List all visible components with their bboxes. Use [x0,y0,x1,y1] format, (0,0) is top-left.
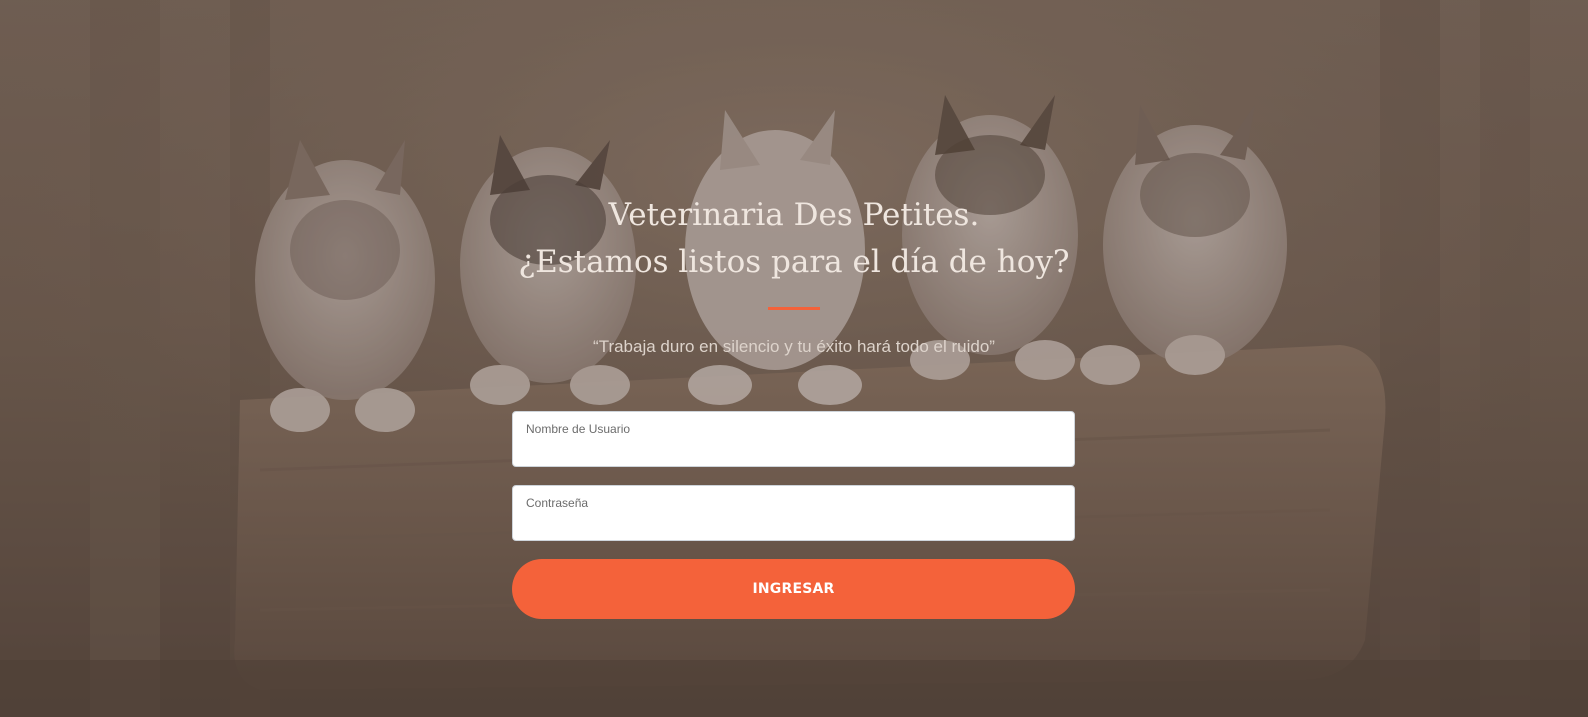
password-label: Contraseña [526,496,589,510]
username-label: Nombre de Usuario [526,422,631,436]
password-field[interactable]: Contraseña [512,485,1075,541]
page-title: Veterinaria Des Petites. ¿Estamos listos… [0,192,1588,286]
motto-quote: “Trabaja duro en silencio y tu éxito har… [593,337,995,356]
username-input[interactable] [525,438,1062,462]
login-button[interactable]: INGRESAR [512,559,1075,619]
title-line-2: ¿Estamos listos para el día de hoy? [518,244,1070,280]
login-panel: Veterinaria Des Petites. ¿Estamos listos… [0,0,1588,717]
title-divider [768,307,820,310]
username-field[interactable]: Nombre de Usuario [512,411,1075,467]
password-input[interactable] [525,512,1062,536]
title-line-1: Veterinaria Des Petites. [608,197,980,233]
